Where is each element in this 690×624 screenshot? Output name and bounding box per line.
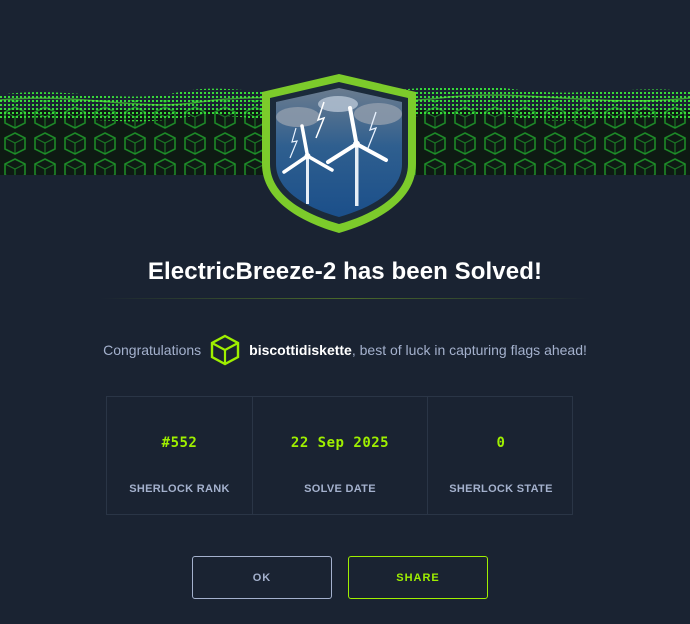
congratulations-message: Congratulations biscottidiskette , best … <box>0 332 690 368</box>
title-divider <box>100 298 590 299</box>
stat-sherlock-state: 0 SHERLOCK STATE <box>428 397 574 514</box>
page-title: ElectricBreeze-2 has been Solved! <box>147 258 543 285</box>
hex-cube-icon <box>209 334 241 366</box>
stat-label: SOLVE DATE <box>304 483 376 495</box>
stat-value: 22 Sep 2025 <box>290 435 390 451</box>
stat-label: SHERLOCK STATE <box>449 483 553 495</box>
congrats-suffix: , best of luck in capturing flags ahead! <box>351 342 587 358</box>
wind-turbine-shield-icon <box>258 72 420 235</box>
stat-solve-date: 22 Sep 2025 SOLVE DATE <box>253 397 428 514</box>
stat-sherlock-rank: #552 SHERLOCK RANK <box>107 397 253 514</box>
stat-value: 0 <box>496 435 506 451</box>
stats-panel: #552 SHERLOCK RANK 22 Sep 2025 SOLVE DAT… <box>106 396 573 515</box>
stat-value: #552 <box>161 435 198 451</box>
stat-label: SHERLOCK RANK <box>129 483 230 495</box>
username[interactable]: biscottidiskette <box>249 342 352 358</box>
congrats-prefix: Congratulations <box>103 342 202 358</box>
ok-button[interactable]: OK <box>192 556 332 599</box>
share-button[interactable]: SHARE <box>348 556 488 599</box>
